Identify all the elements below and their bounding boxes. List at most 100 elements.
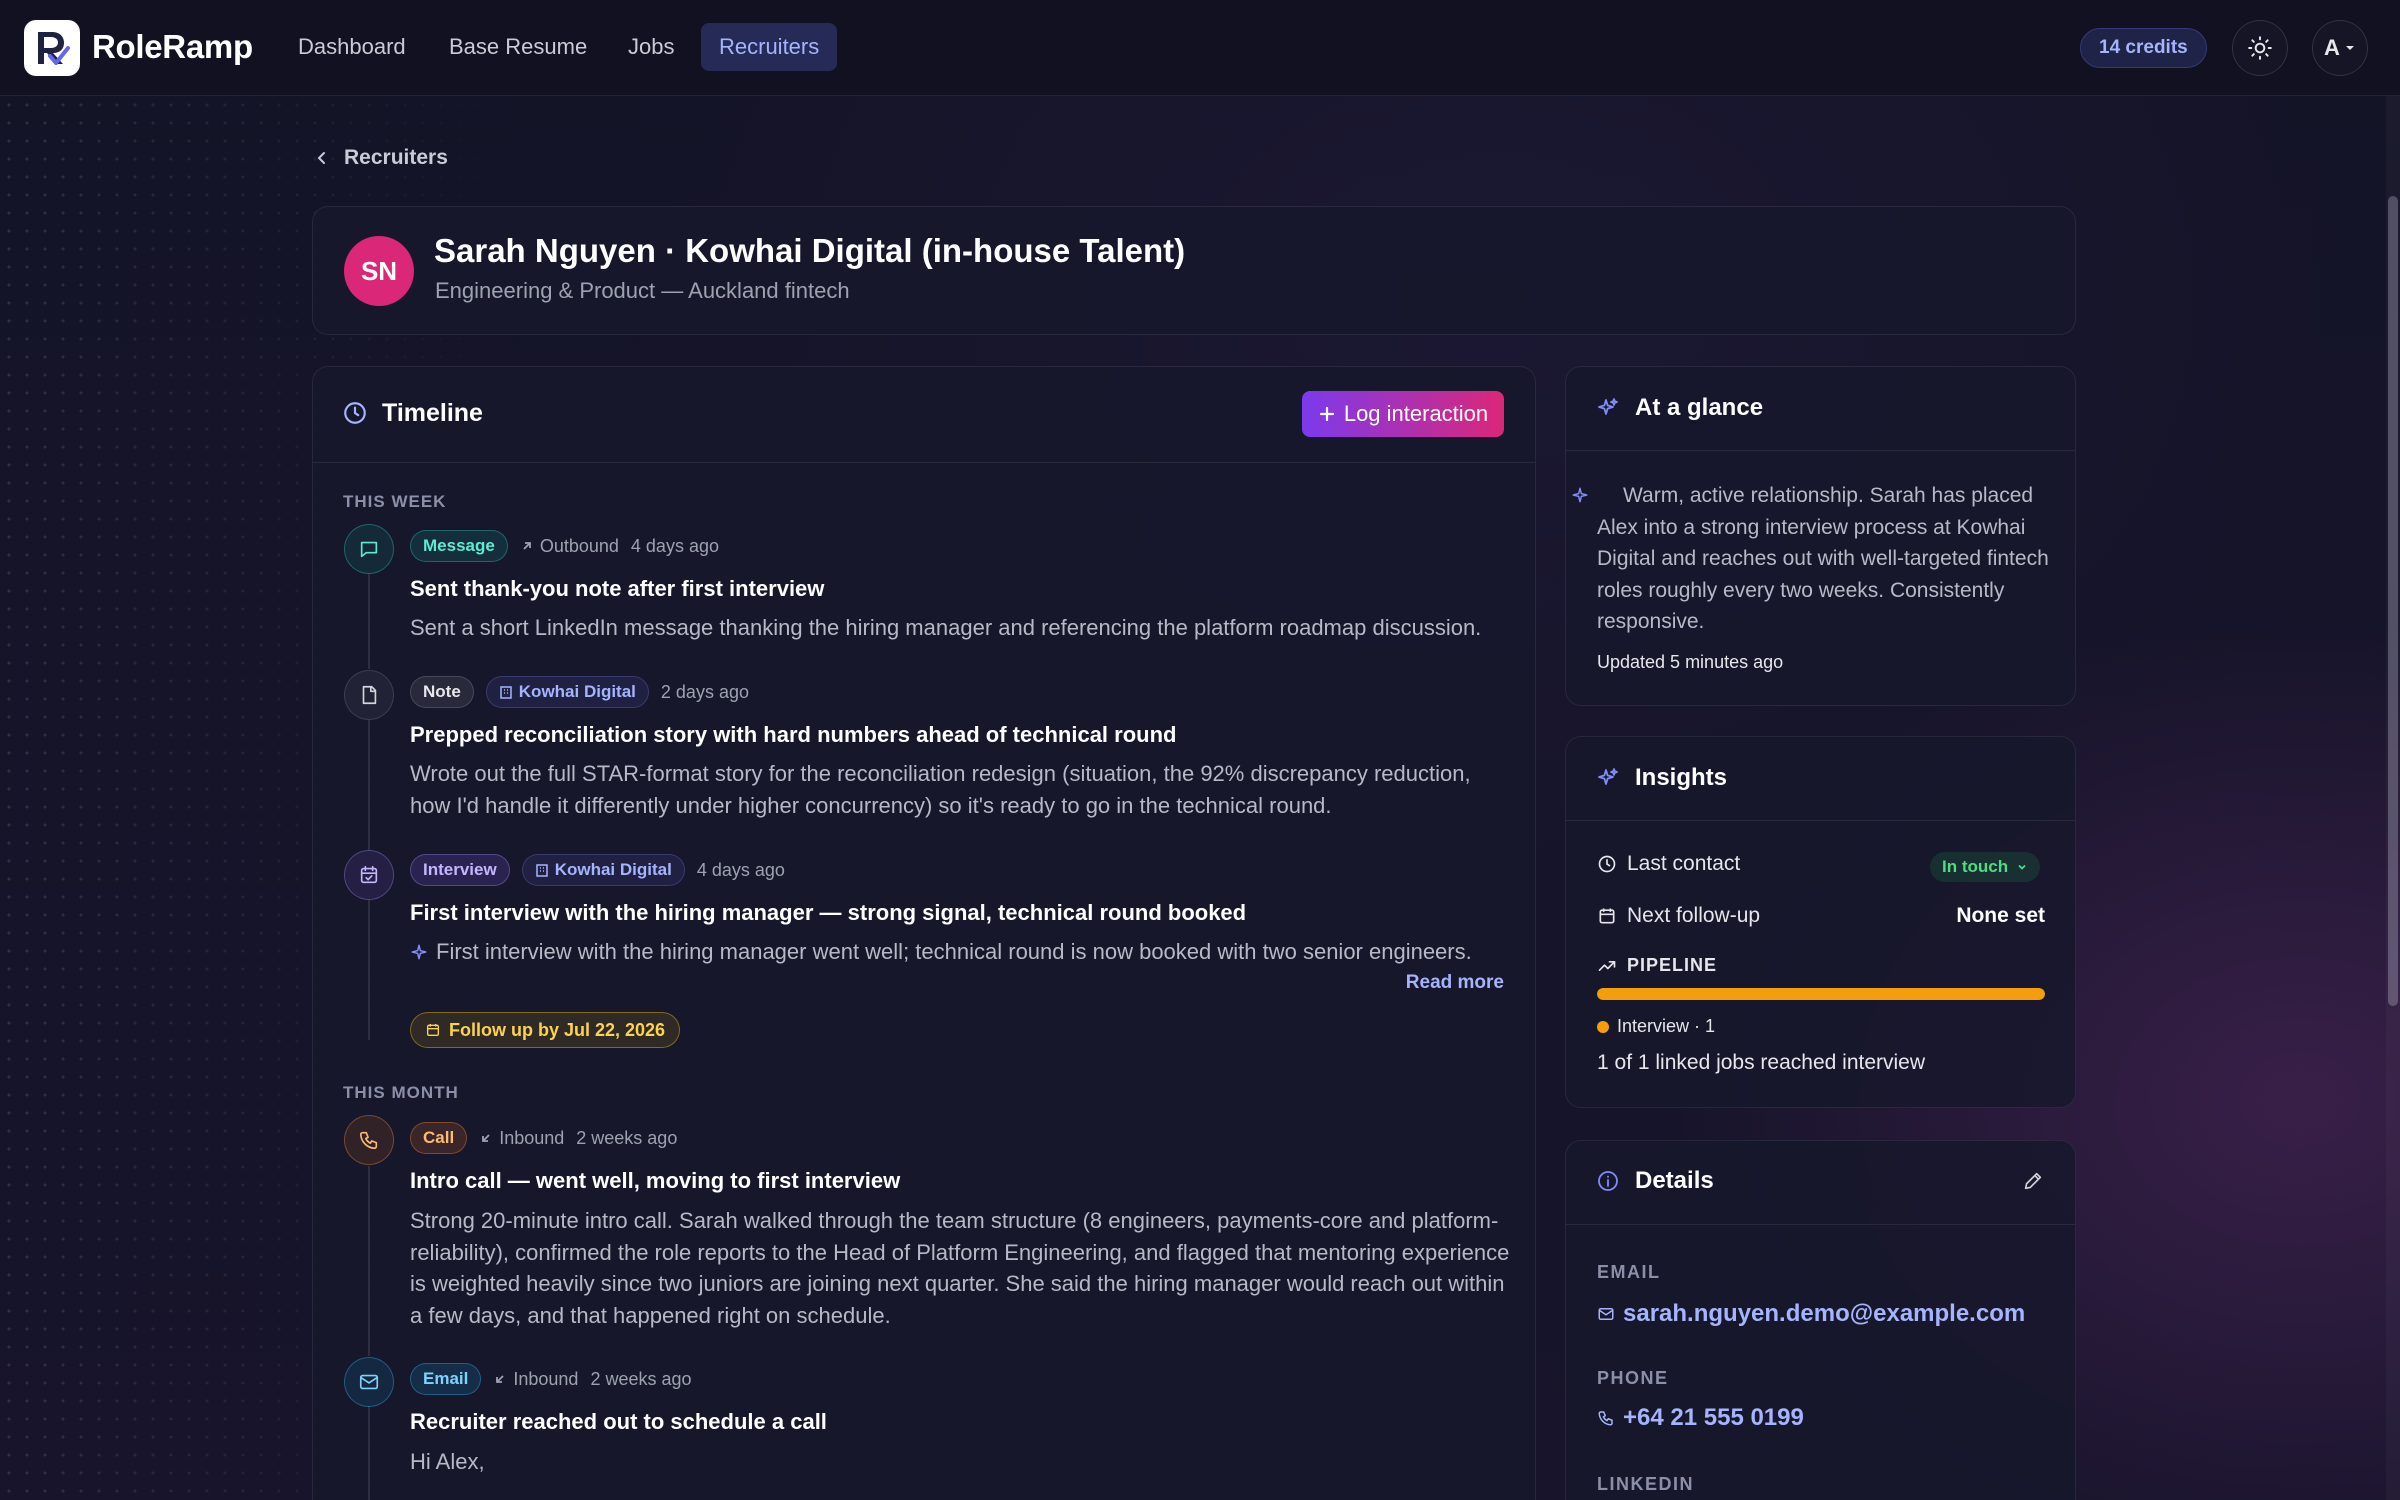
profile-header-card xyxy=(312,206,2076,335)
pipeline-bar-fill xyxy=(1597,988,2045,1000)
nav-base-resume[interactable]: Base Resume xyxy=(431,23,605,71)
last-contact-value: In touch xyxy=(1942,857,2009,876)
email-entry-icon xyxy=(344,1357,394,1407)
direction-inbound: Inbound xyxy=(493,1369,578,1390)
insights-title: Insights xyxy=(1635,764,1728,791)
entry-time: 2 days ago xyxy=(660,681,749,702)
email-label: EMAIL xyxy=(1597,1262,1661,1282)
direction-inbound: Inbound xyxy=(479,1128,564,1149)
entry-time: 4 days ago xyxy=(696,859,785,880)
phone-icon xyxy=(1597,1409,1615,1427)
next-followup-value: None set xyxy=(1956,904,2045,927)
calendar-icon xyxy=(425,1022,441,1038)
direction-label: Inbound xyxy=(499,1127,565,1148)
last-contact-row: Last contact xyxy=(1597,852,1740,876)
sparkle-icon xyxy=(1571,486,1589,504)
nav-dashboard[interactable]: Dashboard xyxy=(280,23,424,71)
phone-icon xyxy=(358,1129,380,1151)
email-link[interactable]: sarah.nguyen.demo@example.com xyxy=(1623,1300,2025,1328)
legend-dot xyxy=(1597,1020,1609,1033)
glance-updated: Updated 5 minutes ago xyxy=(1597,652,1784,672)
scrollbar-thumb[interactable] xyxy=(2388,196,2398,1006)
timeline-connector xyxy=(368,900,370,1040)
type-badge-interview: Interview xyxy=(410,854,510,886)
read-more-link[interactable]: Read more xyxy=(1406,972,1504,994)
entry-meta: Call Inbound 2 weeks ago xyxy=(410,1122,677,1154)
entry-meta: Note Kowhai Digital 2 days ago xyxy=(410,676,749,708)
last-contact-status[interactable]: In touch xyxy=(1930,852,2041,882)
calendar-icon xyxy=(1597,906,1617,926)
interview-entry-icon xyxy=(344,850,394,900)
entry-body: First interview with the hiring manager … xyxy=(436,939,1472,964)
arrow-down-left-icon xyxy=(479,1131,493,1145)
company-badge[interactable]: Kowhai Digital xyxy=(521,854,685,886)
clock-icon xyxy=(1597,854,1617,874)
entry-body: Strong 20-minute intro call. Sarah walke… xyxy=(410,1208,1510,1328)
breadcrumb-recruiters-link[interactable]: Recruiters xyxy=(344,146,448,170)
nav-jobs[interactable]: Jobs xyxy=(610,23,692,71)
mail-icon xyxy=(1597,1305,1615,1323)
at-a-glance-title: At a glance xyxy=(1635,394,1764,421)
breadcrumb[interactable]: Recruiters xyxy=(314,146,448,170)
brand-name[interactable]: RoleRamp xyxy=(92,28,253,66)
sparkles-icon xyxy=(1596,396,1620,420)
entry-body: Hi Alex, xyxy=(410,1449,485,1474)
log-interaction-button[interactable]: Log interaction xyxy=(1302,391,1504,437)
account-menu-button[interactable]: A xyxy=(2312,20,2368,76)
timeline-title: Timeline xyxy=(382,399,483,427)
sparkles-icon xyxy=(1596,766,1620,790)
top-navbar: RoleRamp Dashboard Base Resume Jobs Recr… xyxy=(0,0,2400,96)
timeline-connector xyxy=(368,1406,370,1500)
entry-time: 2 weeks ago xyxy=(590,1368,692,1389)
company-badge[interactable]: Kowhai Digital xyxy=(485,676,649,708)
entry-title[interactable]: Prepped reconciliation story with hard n… xyxy=(410,722,1176,748)
recruiter-name: Sarah Nguyen · Kowhai Digital (in-house … xyxy=(434,232,1186,269)
follow-up-badge[interactable]: Follow up by Jul 22, 2026 xyxy=(410,1012,681,1048)
note-entry-icon xyxy=(344,670,394,720)
direction-outbound: Outbound xyxy=(520,536,619,557)
arrow-up-right-icon xyxy=(520,539,534,553)
info-icon xyxy=(1596,1169,1620,1193)
chevron-down-icon xyxy=(2016,861,2028,873)
glance-summary-text: Warm, active relationship. Sarah has pla… xyxy=(1597,484,2049,633)
entry-meta: Interview Kowhai Digital 4 days ago xyxy=(410,854,785,886)
pencil-icon[interactable] xyxy=(2022,1170,2044,1192)
group-label-this-month: THIS MONTH xyxy=(343,1083,459,1102)
phone-row[interactable]: +64 21 555 0199 xyxy=(1597,1404,1804,1432)
phone-link[interactable]: +64 21 555 0199 xyxy=(1623,1404,1804,1432)
entry-title[interactable]: Sent thank-you note after first intervie… xyxy=(410,576,824,602)
type-badge-call: Call xyxy=(410,1122,468,1154)
brand-logo-icon[interactable] xyxy=(24,20,80,76)
timeline-connector xyxy=(368,574,370,669)
pipeline-summary: 1 of 1 linked jobs reached interview xyxy=(1597,1051,1926,1074)
theme-toggle-button[interactable] xyxy=(2232,20,2288,76)
entry-time: 4 days ago xyxy=(630,535,719,556)
entry-body: Wrote out the full STAR-format story for… xyxy=(410,761,1471,818)
log-interaction-label: Log interaction xyxy=(1343,401,1489,426)
account-initial: A xyxy=(2324,35,2340,60)
linkedin-label: LINKEDIN xyxy=(1597,1474,1694,1494)
next-followup-label: Next follow-up xyxy=(1627,904,1761,927)
nav-recruiters[interactable]: Recruiters xyxy=(701,23,838,71)
pipeline-legend: Interview · 1 xyxy=(1597,1016,1715,1037)
page-scrollbar[interactable] xyxy=(2386,96,2400,1500)
entry-title[interactable]: Recruiter reached out to schedule a call xyxy=(410,1409,827,1435)
entry-title[interactable]: First interview with the hiring manager … xyxy=(410,900,1246,926)
type-badge-message: Message xyxy=(410,530,508,562)
entry-title[interactable]: Intro call — went well, moving to first … xyxy=(410,1168,900,1194)
ai-summary-line: First interview with the hiring manager … xyxy=(410,939,1472,965)
building-icon xyxy=(499,685,513,699)
type-badge-email: Email xyxy=(410,1363,482,1395)
pipeline-stage-legend: Interview · 1 xyxy=(1617,1016,1716,1036)
email-row[interactable]: sarah.nguyen.demo@example.com xyxy=(1597,1300,2025,1328)
phone-label: PHONE xyxy=(1597,1368,1669,1388)
credits-badge[interactable]: 14 credits xyxy=(2080,28,2207,68)
document-icon xyxy=(358,684,380,706)
clock-icon xyxy=(342,400,368,426)
group-label-this-week: THIS WEEK xyxy=(343,492,447,511)
timeline-connector xyxy=(368,720,370,850)
recruiter-subtitle: Engineering & Product — Auckland fintech xyxy=(435,278,850,303)
last-contact-label: Last contact xyxy=(1627,852,1741,875)
sun-icon xyxy=(2247,35,2273,61)
building-icon xyxy=(535,863,549,877)
